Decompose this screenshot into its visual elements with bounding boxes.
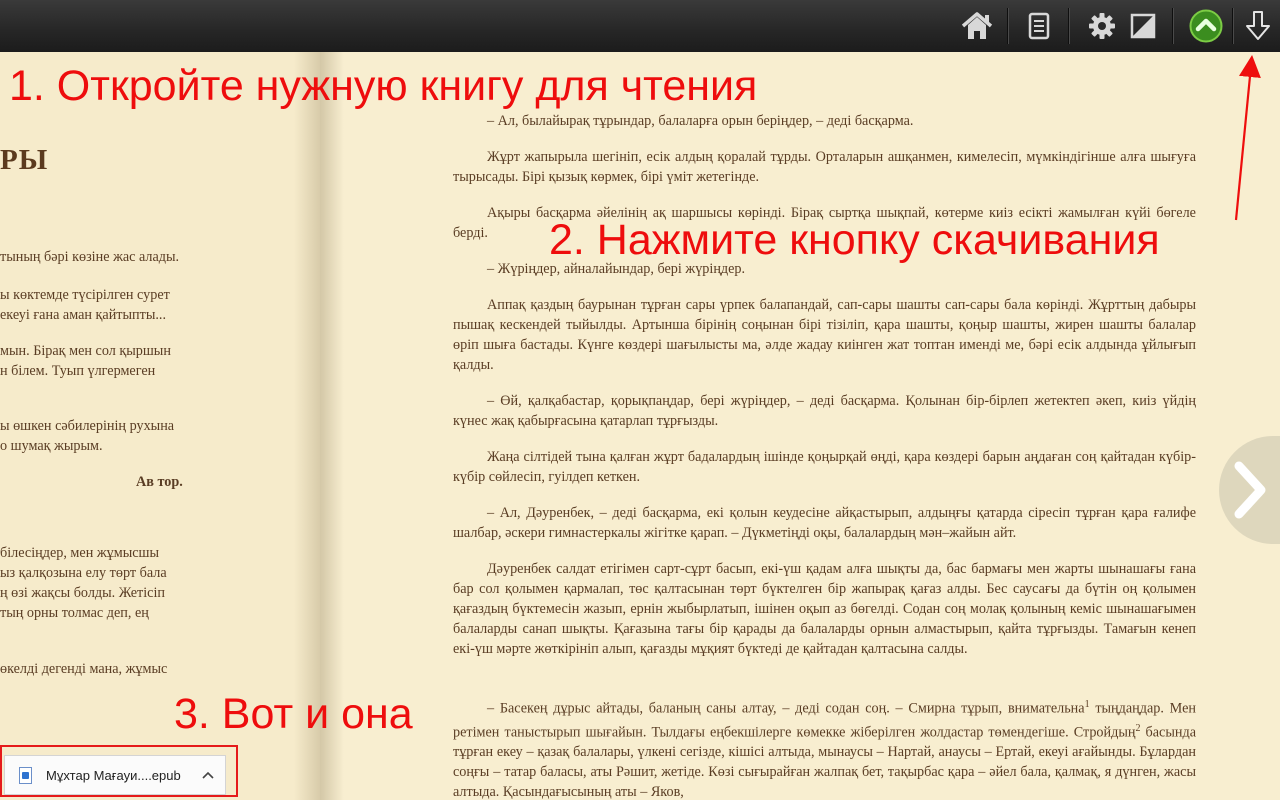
paragraph: Аппақ қаздың баурынан тұрған сары үрпек … (453, 295, 1196, 375)
left-text-line: білесіңдер, мен жұмысшы (0, 543, 159, 563)
contents-icon (1028, 12, 1050, 40)
home-button[interactable] (956, 0, 998, 52)
annotation-step-2: 2. Нажмите кнопку скачивания (549, 216, 1160, 265)
left-text-line: ң өзі жақсы болды. Жетісіп (0, 583, 165, 603)
left-text-line: тының бәрі көзіне жас алады. (0, 247, 179, 267)
left-text-line: өкелді дегенді мана, жұмыс (0, 659, 167, 679)
right-book-page: – Ал, былайырақ тұрындар, балаларға орын… (320, 52, 1280, 800)
scroll-up-button[interactable] (1186, 0, 1226, 52)
paragraph: Дәуренбек салдат етігімен сарт-сұрт басы… (453, 559, 1196, 659)
settings-button[interactable] (1083, 0, 1121, 52)
left-text-line: о шумақ жырым. (0, 436, 103, 456)
left-text-line: ыз қалқозына елу төрт бала (0, 563, 167, 583)
left-text-line: екеуі ғана аман қайтыпты... (0, 305, 166, 325)
left-text-line: н білем. Туып үлгермеген (0, 361, 155, 381)
left-text-line: тың орны толмас деп, ең (0, 603, 149, 623)
paragraph: – Өй, қалқабастар, қорықпаңдар, бері жүр… (453, 391, 1196, 431)
paragraph: – Ал, Дәуренбек, – деді басқарма, екі қо… (453, 503, 1196, 543)
author-signature: Ав тор. (136, 472, 183, 492)
download-button[interactable] (1240, 0, 1276, 52)
settings-gear-icon (1088, 12, 1116, 40)
paragraph: Жаңа сілтідей тына қалған жұрт бадаларды… (453, 447, 1196, 487)
annotation-step-1: 1. Откройте нужную книгу для чтения (9, 62, 757, 111)
left-text-line: ы көктемде түсірілген сурет (0, 285, 170, 305)
left-text-line: ы өшкен сәбилерінің рухына (0, 416, 174, 436)
download-icon (1243, 9, 1273, 43)
annotation-step-3: 3. Вот и она (174, 690, 413, 739)
left-text-line: мын. Бірақ мен сол қыршын (0, 341, 171, 361)
footnote-mark[interactable]: 2 (1135, 723, 1140, 734)
reader-toolbar (0, 0, 1280, 53)
contrast-button[interactable] (1125, 0, 1161, 52)
footnote-mark[interactable]: 1 (1085, 699, 1090, 710)
paragraph-text: – Басекең дұрыс айтады, баланың саны алт… (487, 701, 1085, 717)
home-icon (960, 11, 994, 41)
contrast-icon (1130, 13, 1156, 39)
chapter-heading: РЫ (0, 144, 48, 177)
paragraph-with-footnotes: – Басекең дұрыс айтады, баланың саны алт… (453, 695, 1196, 800)
scroll-up-icon (1189, 9, 1223, 43)
paragraph: Жұрт жапырыла шегініп, есік алдың қорала… (453, 147, 1196, 187)
contents-button[interactable] (1019, 0, 1059, 52)
download-highlight-box (0, 745, 238, 797)
paragraph: – Ал, былайырақ тұрындар, балаларға орын… (453, 111, 1196, 131)
chevron-right-icon (1231, 436, 1280, 544)
left-book-page: РЫ тының бәрі көзіне жас алады. ы көктем… (0, 52, 320, 800)
